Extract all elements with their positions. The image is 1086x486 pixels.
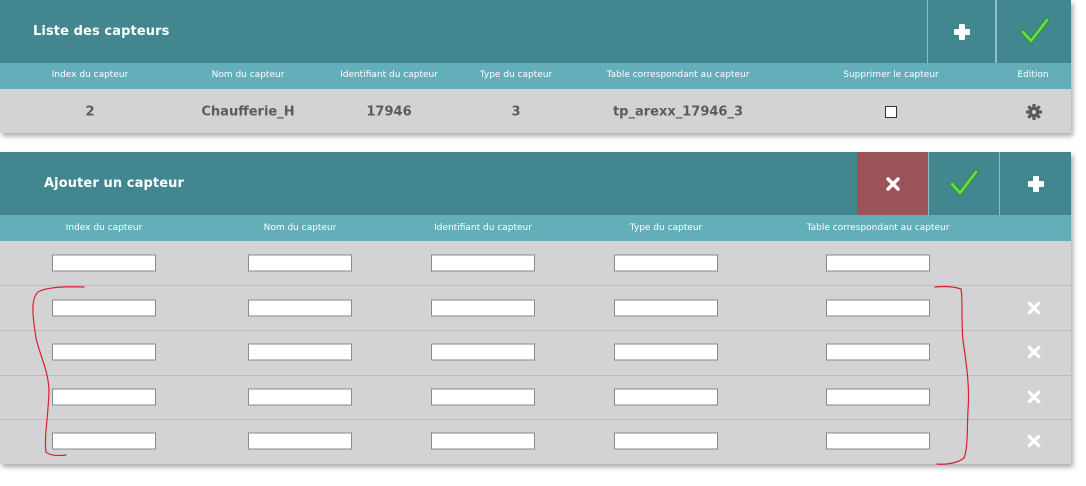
col-header-type: Type du capteur (629, 223, 703, 233)
remove-row-button[interactable] (1027, 434, 1041, 448)
sensor-table: tp_arexx_17946_3 (612, 104, 744, 120)
remove-row-button[interactable] (1027, 345, 1041, 359)
identifier-input[interactable] (431, 343, 535, 361)
table-input[interactable] (826, 254, 930, 272)
col-header-index: Index du capteur (51, 70, 129, 80)
index-input[interactable] (52, 254, 156, 272)
sensor-list-panel: Liste des capteurs Index du capteur Nom … (0, 0, 1071, 133)
add-sensor-title: Ajouter un capteur (44, 176, 184, 191)
x-icon (1027, 390, 1041, 404)
x-icon (885, 176, 900, 191)
name-input[interactable] (248, 432, 352, 450)
type-input[interactable] (614, 299, 718, 317)
add-sensor-title-bar: Ajouter un capteur (0, 152, 1071, 215)
remove-row-button[interactable] (1027, 390, 1041, 404)
table-input[interactable] (826, 432, 930, 450)
index-input[interactable] (52, 388, 156, 406)
name-input[interactable] (248, 388, 352, 406)
type-input[interactable] (614, 254, 718, 272)
name-input[interactable] (248, 343, 352, 361)
table-input[interactable] (826, 299, 930, 317)
col-header-type: Type du capteur (479, 70, 553, 80)
plus-icon (953, 23, 970, 40)
plus-icon (1027, 175, 1044, 192)
input-row (0, 241, 1071, 286)
cancel-add-button[interactable] (857, 152, 928, 215)
input-row (0, 331, 1071, 376)
name-input[interactable] (248, 254, 352, 272)
check-icon (1020, 17, 1050, 43)
identifier-input[interactable] (431, 388, 535, 406)
table-input[interactable] (826, 388, 930, 406)
delete-sensor-checkbox[interactable] (885, 106, 897, 118)
add-sensor-button[interactable] (927, 0, 997, 63)
index-input[interactable] (52, 299, 156, 317)
identifier-input[interactable] (431, 254, 535, 272)
check-icon (949, 169, 979, 195)
name-input[interactable] (248, 299, 352, 317)
index-input[interactable] (52, 432, 156, 450)
col-header-identifier: Identifiant du capteur (340, 70, 438, 80)
col-header-table: Table correspondant au capteur (606, 70, 750, 80)
col-header-identifier: Identifiant du capteur (434, 223, 532, 233)
table-row: 2 Chaufferie_H 17946 3 tp_arexx_17946_3 (0, 89, 1071, 133)
table-input[interactable] (826, 343, 930, 361)
x-icon (1027, 301, 1041, 315)
col-header-name: Nom du capteur (263, 223, 337, 233)
input-row (0, 376, 1071, 420)
col-header-name: Nom du capteur (211, 70, 285, 80)
sensor-name: Chaufferie_H (201, 104, 295, 120)
identifier-input[interactable] (431, 299, 535, 317)
sensor-list-title: Liste des capteurs (33, 24, 170, 39)
col-header-index: Index du capteur (65, 223, 143, 233)
input-row (0, 420, 1071, 464)
validate-add-button[interactable] (928, 152, 999, 215)
type-input[interactable] (614, 432, 718, 450)
index-input[interactable] (52, 343, 156, 361)
col-header-table: Table correspondant au capteur (806, 223, 950, 233)
x-icon (1027, 345, 1041, 359)
sensor-type: 3 (511, 104, 521, 120)
col-header-edit: Edition (1017, 70, 1049, 80)
sensor-list-column-header: Index du capteur Nom du capteur Identifi… (0, 63, 1071, 89)
edit-sensor-button[interactable] (1026, 104, 1042, 120)
col-header-delete: Supprimer le capteur (843, 70, 939, 80)
type-input[interactable] (614, 343, 718, 361)
add-sensor-panel: Ajouter un capteur Index du capteur Nom … (0, 152, 1071, 464)
sensor-identifier: 17946 (366, 104, 412, 120)
sensor-list-title-bar: Liste des capteurs (0, 0, 1071, 63)
sensor-index: 2 (85, 104, 95, 120)
gear-icon (1026, 104, 1042, 120)
input-row (0, 286, 1071, 331)
type-input[interactable] (614, 388, 718, 406)
remove-row-button[interactable] (1027, 301, 1041, 315)
identifier-input[interactable] (431, 432, 535, 450)
add-row-button[interactable] (999, 152, 1071, 215)
x-icon (1027, 434, 1041, 448)
add-sensor-column-header: Index du capteur Nom du capteur Identifi… (0, 215, 1071, 241)
validate-list-button[interactable] (999, 0, 1071, 63)
